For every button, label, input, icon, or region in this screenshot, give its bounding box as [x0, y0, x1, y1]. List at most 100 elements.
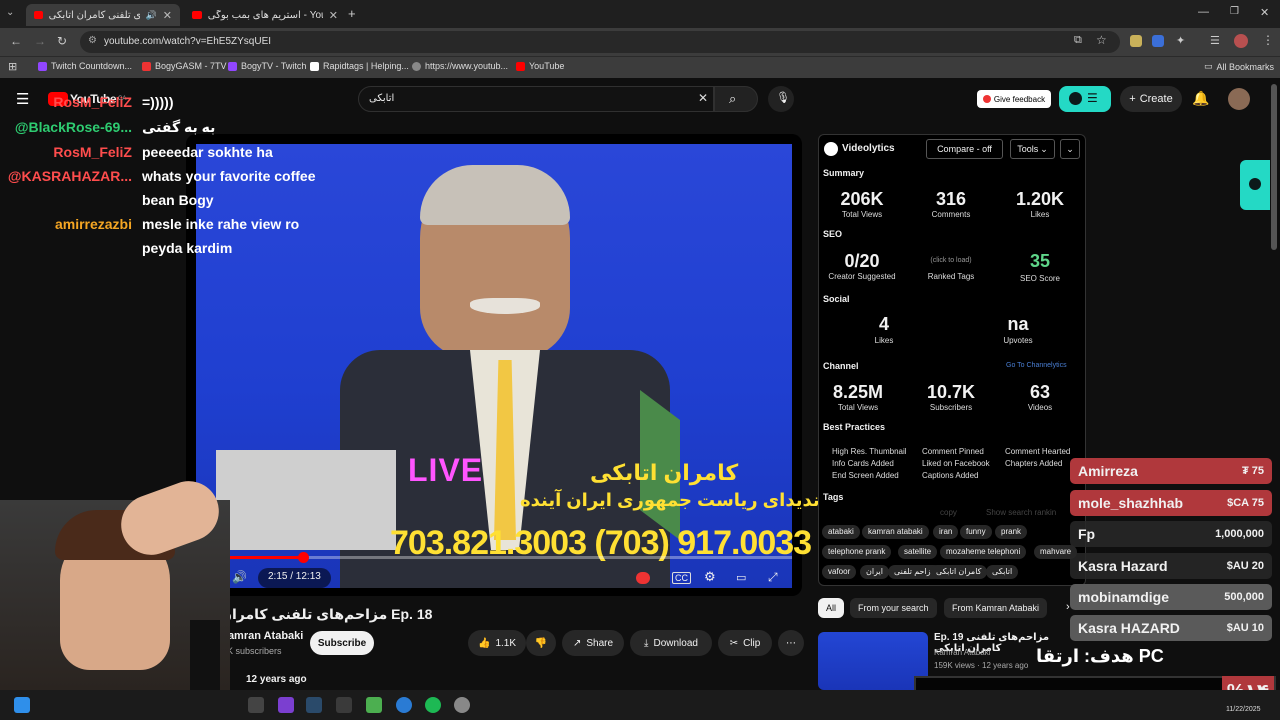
- download-icon: ⤓: [644, 637, 649, 649]
- like-button[interactable]: 👍 1.1K: [468, 630, 526, 656]
- fullscreen-icon[interactable]: ⤢: [768, 570, 778, 585]
- best-practices-heading: Best Practices: [823, 422, 886, 432]
- steam-icon[interactable]: [306, 697, 322, 713]
- extension-icon[interactable]: [1152, 35, 1164, 47]
- minimize-icon[interactable]: —: [1198, 6, 1209, 18]
- give-feedback-button[interactable]: Give feedback: [977, 90, 1051, 108]
- address-bar[interactable]: youtube.com/watch?v=EhE5ZYsqUEI: [80, 31, 1120, 53]
- tag-chip[interactable]: کامران اتابکی: [930, 565, 988, 579]
- notifications-bell-icon[interactable]: 🔔: [1192, 90, 1209, 108]
- videolytics-toggle-button[interactable]: ☰: [1059, 86, 1111, 112]
- bookmark-item[interactable]: BogyGASM - 7TV: [142, 61, 227, 71]
- ranked-tags-load[interactable]: (click to load): [911, 257, 991, 264]
- install-icon[interactable]: ⧉: [1074, 34, 1082, 47]
- reading-list-icon[interactable]: ☰: [1210, 34, 1220, 47]
- new-tab-icon[interactable]: +: [348, 6, 356, 21]
- menu-icon[interactable]: ⋮: [1262, 33, 1274, 47]
- donation-row: Fp 1,000,000: [1070, 521, 1272, 547]
- apps-grid-icon[interactable]: ⊞: [8, 60, 17, 73]
- autoplay-toggle[interactable]: [636, 572, 650, 584]
- bookmark-item[interactable]: YouTube: [516, 61, 564, 71]
- chat-message: mesle inke rahe view ro peyda kardim: [142, 216, 300, 256]
- captions-icon[interactable]: CC: [672, 572, 691, 584]
- chip-from-channel[interactable]: From Kamran Atabaki: [944, 598, 1048, 618]
- settings-gear-icon[interactable]: ⚙: [704, 569, 716, 585]
- window-close-icon[interactable]: ✕: [1260, 6, 1269, 19]
- taskbar-app-icon[interactable]: [336, 697, 352, 713]
- spotify-icon[interactable]: [425, 697, 441, 713]
- chip-all[interactable]: All: [818, 598, 845, 618]
- search-value: اتابکی: [369, 93, 395, 104]
- search-input[interactable]: اتابکی: [358, 86, 714, 112]
- taskbar-app-icon[interactable]: [396, 697, 412, 713]
- reload-icon[interactable]: ↻: [57, 34, 67, 48]
- share-button[interactable]: ↗ Share: [562, 630, 624, 656]
- tools-dropdown[interactable]: Tools ⌄: [1010, 139, 1055, 159]
- tag-chip[interactable]: ایران: [860, 565, 889, 579]
- show-search-rankings-button[interactable]: Show search rankin: [986, 508, 1080, 517]
- bookmark-label: https://www.youtub...: [425, 61, 509, 71]
- tag-chip[interactable]: satellite: [898, 545, 938, 559]
- bookmark-star-icon[interactable]: ☆: [1096, 33, 1107, 47]
- donation-row: Amirreza ₮ 75: [1070, 458, 1272, 484]
- forward-icon[interactable]: →: [34, 34, 46, 48]
- create-button[interactable]: + Create: [1120, 86, 1182, 112]
- tag-chip[interactable]: vafoor: [822, 565, 857, 579]
- tab-inactive[interactable]: استریم های بمب بوگی - YouTube ✕: [184, 4, 346, 26]
- dislike-button[interactable]: 👎: [526, 630, 556, 656]
- go-to-channelytics-link[interactable]: Go To Channelytics: [1006, 362, 1067, 369]
- all-bookmarks-label: All Bookmarks: [1216, 61, 1275, 72]
- bookmark-item[interactable]: https://www.youtub...: [412, 61, 508, 71]
- tag-chip[interactable]: اتابکی: [986, 565, 1019, 579]
- subscribers-value: 10.7K: [926, 382, 976, 402]
- maximize-icon[interactable]: ❐: [1230, 6, 1239, 17]
- donation-row: mobinamdige 500,000: [1070, 584, 1272, 610]
- taskbar-app-icon[interactable]: [366, 697, 382, 713]
- more-actions-button[interactable]: ⋯: [778, 630, 804, 656]
- videos-value: 63: [1029, 382, 1051, 402]
- clear-search-icon[interactable]: ✕: [698, 91, 708, 105]
- profile-avatar[interactable]: [1234, 34, 1248, 48]
- tag-chip[interactable]: prank: [995, 525, 1028, 539]
- tag-chip[interactable]: telephone prank: [822, 545, 892, 559]
- site-info-icon[interactable]: ⚙: [88, 35, 97, 46]
- extension-icon[interactable]: [1130, 35, 1142, 47]
- volume-icon[interactable]: 🔊: [232, 570, 247, 584]
- copy-tags-button[interactable]: copy: [940, 508, 957, 517]
- tab-close-icon[interactable]: ✕: [163, 9, 172, 22]
- voice-search-button[interactable]: 🎙: [768, 86, 794, 112]
- tag-chip[interactable]: kamran atabaki: [862, 525, 929, 539]
- tag-chip[interactable]: atabaki: [822, 525, 860, 539]
- bookmark-item[interactable]: BogyTV - Twitch: [228, 61, 306, 71]
- all-bookmarks[interactable]: ▭ All Bookmarks: [1204, 61, 1274, 72]
- search-button[interactable]: ⌕: [714, 86, 758, 112]
- theater-mode-icon[interactable]: ▭: [736, 571, 746, 584]
- tag-chip[interactable]: iran: [933, 525, 959, 539]
- tab-active[interactable]: مزاحم‌های تلفنی کامران اتابکی 🔊 ✕: [26, 4, 180, 26]
- clip-button[interactable]: ✂ Clip: [718, 630, 772, 656]
- likes-label: Likes: [1030, 210, 1050, 219]
- recommended-thumbnail[interactable]: [818, 632, 928, 690]
- tag-chip[interactable]: funny: [960, 525, 992, 539]
- settings-icon[interactable]: [454, 697, 470, 713]
- page-scrollbar[interactable]: [1271, 84, 1277, 250]
- tag-chip[interactable]: mozaheme telephoni: [940, 545, 1027, 559]
- account-avatar[interactable]: [1228, 88, 1250, 110]
- windows-start-icon[interactable]: [14, 697, 30, 713]
- bookmark-item[interactable]: Rapidtags | Helping...: [310, 61, 409, 71]
- taskbar-app-icon[interactable]: [278, 697, 294, 713]
- chat-username: @KASRAHAZAR...: [7, 168, 132, 184]
- collapse-button[interactable]: ⌄: [1060, 139, 1080, 159]
- back-icon[interactable]: ←: [10, 34, 22, 48]
- bookmark-item[interactable]: Twitch Countdown...: [38, 61, 132, 71]
- subscribe-button[interactable]: Subscribe: [310, 631, 374, 655]
- videolytics-side-tab[interactable]: [1240, 160, 1270, 210]
- taskbar-app-icon[interactable]: [248, 697, 264, 713]
- compare-toggle[interactable]: Compare - off: [926, 139, 1003, 159]
- channel-name[interactable]: Kamran Atabaki: [220, 630, 303, 642]
- download-button[interactable]: ⤓ Download: [630, 630, 712, 656]
- tab-search-icon[interactable]: ⌄: [6, 7, 14, 18]
- extensions-puzzle-icon[interactable]: ✦: [1176, 34, 1185, 47]
- tab-close-icon[interactable]: ✕: [329, 9, 338, 22]
- chip-from-search[interactable]: From your search: [850, 598, 937, 618]
